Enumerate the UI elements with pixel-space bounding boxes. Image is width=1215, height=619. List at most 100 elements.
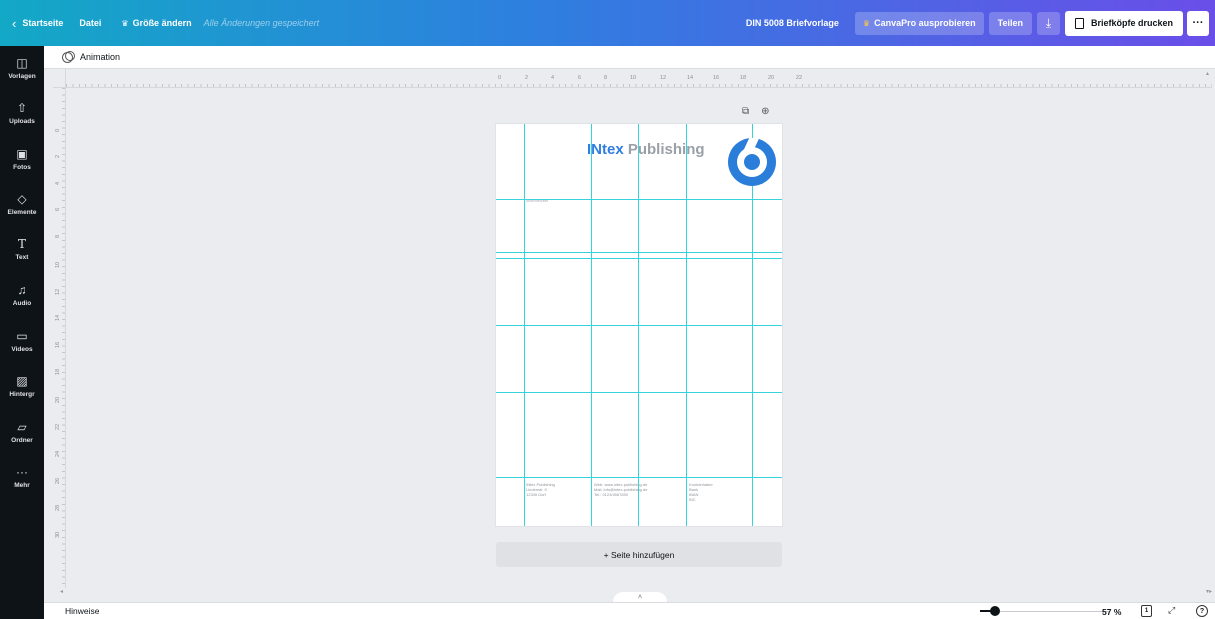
- help-icon[interactable]: ?: [1196, 605, 1208, 617]
- notes-button[interactable]: Hinweise: [65, 606, 100, 616]
- sidebar-item-label: Audio: [12, 300, 32, 307]
- chevron-up-icon: ˄: [637, 593, 643, 601]
- text-icon: T: [17, 237, 26, 251]
- scroll-up-icon[interactable]: ▴: [1206, 70, 1209, 77]
- sidebar-item-text[interactable]: T Text: [0, 237, 44, 261]
- home-button[interactable]: ‹ Startseite: [12, 16, 63, 31]
- sidebar-item-more[interactable]: ··· Mehr: [0, 465, 44, 489]
- ruler-tick-label: 26: [55, 477, 61, 484]
- footer-line: BIC: [689, 497, 696, 502]
- file-menu-button[interactable]: Datei: [79, 18, 101, 28]
- animation-button[interactable]: Animation: [62, 50, 121, 63]
- sender-line[interactable]: Absenderzeile: [526, 199, 548, 203]
- fullscreen-icon[interactable]: ⤢: [1168, 605, 1175, 616]
- ruler-tick-label: 22: [796, 75, 803, 81]
- try-pro-button[interactable]: ♛ CanvaPro ausprobieren: [854, 11, 984, 35]
- resize-label: Größe ändern: [132, 18, 192, 28]
- guide-line: [496, 477, 782, 478]
- ruler-tick-label: 8: [55, 234, 61, 238]
- more-icon: ···: [16, 465, 28, 479]
- try-pro-label: CanvaPro ausprobieren: [874, 18, 976, 28]
- ruler-tick-label: 2: [525, 75, 529, 81]
- ruler-tick-label: 18: [55, 368, 61, 375]
- logo-mark-icon[interactable]: [728, 138, 776, 186]
- crown-icon: ♛: [121, 18, 129, 28]
- upload-icon: ⇧: [16, 101, 28, 115]
- sidebar-item-elements[interactable]: ◇ Elemente: [0, 192, 44, 216]
- chevron-left-icon: ‹: [12, 15, 17, 31]
- home-label: Startseite: [22, 18, 64, 28]
- ruler-tick-label: 12: [660, 75, 667, 81]
- sidebar-item-label: Videos: [11, 346, 33, 353]
- ruler-tick-label: 8: [604, 75, 608, 81]
- scroll-down-icon[interactable]: ▾: [1206, 588, 1209, 595]
- ruler-tick-label: 6: [55, 207, 61, 211]
- duplicate-page-icon[interactable]: ⧉: [742, 106, 749, 117]
- bottom-bar: Hinweise 57 % 1 ⤢ ?: [44, 602, 1215, 619]
- ruler-tick-label: 2: [55, 154, 61, 158]
- document-icon: [1074, 17, 1084, 29]
- ruler-tick-label: 0: [498, 75, 502, 81]
- page-count-icon[interactable]: 1: [1141, 605, 1152, 617]
- ruler-tick-label: 4: [551, 75, 555, 81]
- music-icon: ♫: [17, 283, 27, 297]
- video-icon: ▭: [16, 329, 28, 343]
- sidebar-item-folders[interactable]: ▱ Ordner: [0, 420, 44, 444]
- resize-button[interactable]: ♛ Größe ändern: [121, 18, 191, 28]
- ruler-tick-label: 10: [55, 261, 61, 268]
- animation-toolbar: Animation: [44, 46, 1215, 69]
- add-page-button[interactable]: + Seite hinzufügen: [496, 542, 782, 567]
- horizontal-ruler: [66, 69, 1212, 88]
- print-letterheads-button[interactable]: Briefköpfe drucken: [1064, 10, 1183, 36]
- footer-line: 12345 Dorf: [526, 492, 546, 497]
- download-button[interactable]: ⤓: [1036, 11, 1060, 35]
- ruler-tick-label: 12: [55, 288, 61, 295]
- folder-icon: ▱: [17, 420, 27, 434]
- ruler-tick-label: 6: [578, 75, 582, 81]
- sidebar-item-label: Hintergr: [9, 391, 35, 398]
- sidebar-item-templates[interactable]: ◫ Vorlagen: [0, 56, 44, 80]
- more-options-button[interactable]: ···: [1187, 10, 1209, 36]
- sidebar-item-label: Text: [15, 254, 29, 261]
- add-page-icon[interactable]: ⊕: [761, 106, 769, 117]
- sidebar-item-uploads[interactable]: ⇧ Uploads: [0, 101, 44, 125]
- share-button[interactable]: Teilen: [988, 11, 1032, 35]
- sidebar-item-label: Uploads: [9, 118, 35, 125]
- ruler-corner: [53, 69, 66, 88]
- guide-line: [496, 325, 782, 326]
- logo-text[interactable]: INtex Publishing: [587, 141, 705, 158]
- vertical-scrollbar[interactable]: ▴ ▾: [1206, 70, 1215, 595]
- footer-company[interactable]: INtex Publishing Lindenstr. 9 12345 Dorf: [526, 482, 555, 497]
- ruler-tick-label: 20: [55, 396, 61, 403]
- guide-line: [496, 258, 782, 259]
- sidebar-item-videos[interactable]: ▭ Videos: [0, 329, 44, 353]
- document-title-input[interactable]: DIN 5008 Briefvorlage: [740, 18, 845, 28]
- design-page[interactable]: INtex Publishing Absenderzeile INtex Pub…: [496, 124, 782, 526]
- ruler-tick-label: 14: [687, 75, 694, 81]
- sidebar-item-label: Ordner: [11, 437, 33, 444]
- ruler-tick-label: 18: [740, 75, 747, 81]
- ruler-tick-label: 16: [713, 75, 720, 81]
- ruler-tick-label: 14: [55, 314, 61, 321]
- zoom-slider-handle[interactable]: [990, 606, 1000, 616]
- layout-icon: ◫: [16, 56, 28, 70]
- sidebar-item-audio[interactable]: ♫ Audio: [0, 283, 44, 307]
- guide-line: [496, 252, 782, 253]
- sidebar-item-background[interactable]: ▨ Hintergr: [0, 374, 44, 398]
- footer-contact[interactable]: Web: www.intex-publishing.de Mail: info@…: [594, 482, 647, 497]
- zoom-value[interactable]: 57 %: [1102, 607, 1121, 617]
- sidebar-item-label: Fotos: [13, 164, 31, 171]
- scroll-left-icon[interactable]: ◂: [60, 588, 63, 595]
- sidebar-item-label: Elemente: [7, 209, 37, 216]
- page-tools: ⧉ ⊕: [742, 106, 770, 117]
- background-icon: ▨: [16, 374, 28, 388]
- animation-label: Animation: [80, 52, 121, 62]
- sidebar-item-photos[interactable]: ▣ Fotos: [0, 147, 44, 171]
- save-status: Alle Änderungen gespeichert: [203, 18, 320, 28]
- ruler-tick-label: 4: [55, 181, 61, 185]
- ruler-tick-label: 28: [55, 504, 61, 511]
- notes-toggle-button[interactable]: ˄: [613, 592, 667, 602]
- footer-bank[interactable]: Kontoinhaber Bank IBAN BIC: [689, 482, 713, 502]
- ruler-tick-label: 0: [55, 128, 61, 132]
- download-icon: ⤓: [1045, 15, 1052, 30]
